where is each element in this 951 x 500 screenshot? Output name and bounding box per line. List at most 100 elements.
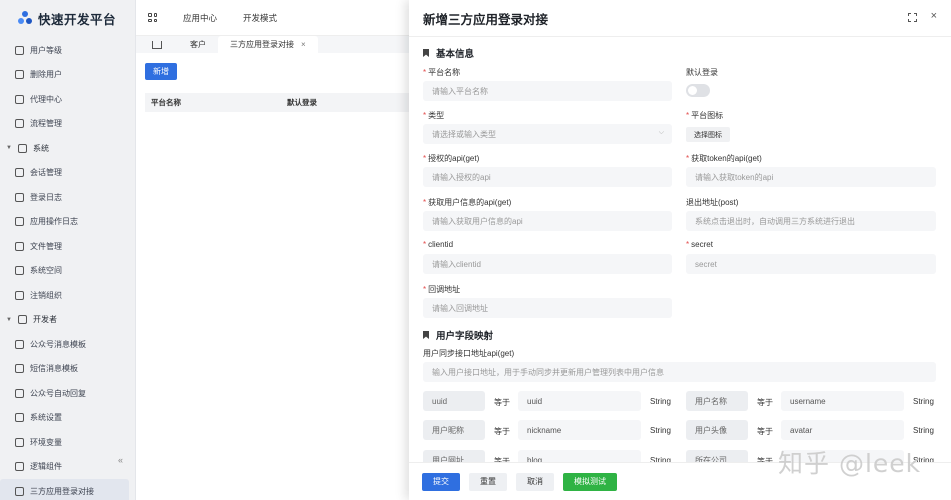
type-label: * 类型 xyxy=(423,111,445,120)
sidebar-item[interactable]: 环境变量 xyxy=(0,430,135,455)
column-header: 默认登录 xyxy=(287,98,317,107)
menu-icon xyxy=(15,364,24,374)
menu-icon xyxy=(15,437,24,447)
sync-api-input[interactable]: 输入用户接口地址，用于手动同步并更新用户管理列表中用户信息 xyxy=(423,362,936,382)
sidebar-item[interactable]: 代理中心 xyxy=(0,87,135,112)
tab-home[interactable] xyxy=(136,36,178,53)
tab-close-icon[interactable]: × xyxy=(301,40,306,49)
sidebar-item[interactable]: 逻辑组件 xyxy=(0,455,135,480)
mapping-value-input[interactable]: username xyxy=(781,391,904,411)
fullscreen-icon[interactable] xyxy=(906,12,918,23)
sidebar-menu: 用户等级 删除用户代理中心流程管理 ▼ 系统 会话管理登录日志应用操作日志文件管理系统空… xyxy=(0,38,135,500)
mapping-field: uuid xyxy=(423,391,485,411)
sidebar-item-label: 文件管理 xyxy=(30,241,62,251)
sidebar-group[interactable]: ▼ 开发者 xyxy=(0,308,135,333)
bookmark-icon xyxy=(423,331,429,339)
cancel-button[interactable]: 取消 xyxy=(516,472,554,491)
callback-label: * 回调地址 xyxy=(423,285,461,294)
menu-icon xyxy=(15,413,24,423)
menu-icon xyxy=(15,217,24,227)
sidebar-item-label: 三方应用登录对接 xyxy=(30,486,94,496)
sidebar-item-label: 逻辑组件 xyxy=(30,462,62,472)
simulate-test-button[interactable]: 模拟测试 xyxy=(563,472,617,491)
sidebar-item[interactable]: 系统空间 xyxy=(0,259,135,284)
caret-down-icon: ▼ xyxy=(6,145,12,152)
sidebar-item-label: 系统设置 xyxy=(30,413,62,423)
sidebar-item[interactable]: 登录日志 xyxy=(0,185,135,210)
mapping-field: 用户名称 xyxy=(686,391,748,411)
sidebar-item[interactable]: 流程管理 xyxy=(0,112,135,137)
mapping-value-input[interactable]: nickname xyxy=(518,420,641,440)
sidebar-item[interactable]: 短信消息模板 xyxy=(0,357,135,382)
section-basic-info: 基本信息 xyxy=(423,46,474,60)
choose-icon-button[interactable]: 选择图标 xyxy=(686,127,730,142)
reset-button[interactable]: 重置 xyxy=(469,472,507,491)
callback-input[interactable]: 请输入回调地址 xyxy=(423,298,672,318)
platform-name-input[interactable]: 请输入平台名称 xyxy=(423,81,672,101)
sidebar-item[interactable]: 用户等级 xyxy=(0,38,135,63)
submit-button[interactable]: 提交 xyxy=(422,472,460,491)
section-title: 用户字段映射 xyxy=(436,331,494,342)
mapping-value-input[interactable]: uuid xyxy=(518,391,641,411)
sidebar-item[interactable]: 公众号消息模板 xyxy=(0,332,135,357)
chevron-down-icon: ⌵ xyxy=(658,129,664,136)
type-select[interactable]: 请选择或输入类型 ⌵ xyxy=(423,124,672,144)
sidebar-group[interactable]: ▼ 系统 xyxy=(0,136,135,161)
menu-icon xyxy=(15,339,24,349)
menu-icon xyxy=(17,143,27,153)
collapse-sidebar-icon[interactable]: « xyxy=(118,455,123,465)
token-api-input[interactable]: 请输入获取token的api xyxy=(686,167,936,187)
logout-url-label: 退出地址(post) xyxy=(686,198,739,207)
sidebar-item[interactable]: 三方应用登录对接 xyxy=(0,479,129,500)
secret-label: * secret xyxy=(686,240,713,249)
equals-label: 等于 xyxy=(494,427,510,436)
mapping-value-input[interactable]: avatar xyxy=(781,420,904,440)
section-title: 基本信息 xyxy=(436,49,475,60)
sidebar-item[interactable]: 文件管理 xyxy=(0,234,135,259)
equals-label: 等于 xyxy=(757,427,773,436)
clientid-input[interactable]: 请输入clientid xyxy=(423,254,672,274)
home-icon xyxy=(152,40,162,49)
drawer-actions: × xyxy=(906,10,937,23)
tab-customer[interactable]: 客户 xyxy=(178,36,218,53)
column-header: 平台名称 xyxy=(151,98,181,107)
secret-input[interactable]: secret xyxy=(686,254,936,274)
mapping-type: String xyxy=(650,426,671,435)
app-grid-icon[interactable] xyxy=(148,13,157,22)
nav-dev-mode[interactable]: 开发模式 xyxy=(243,12,277,24)
mapping-value-input[interactable]: blog xyxy=(518,450,641,462)
caret-down-icon: ▼ xyxy=(6,316,12,323)
sidebar-item-label: 公众号自动回复 xyxy=(30,388,86,398)
sidebar-item[interactable]: 删除用户 xyxy=(0,63,135,88)
default-login-toggle[interactable] xyxy=(686,84,710,97)
sidebar-item[interactable]: 应用操作日志 xyxy=(0,210,135,235)
sidebar-item-label: 代理中心 xyxy=(30,94,62,104)
tab-label: 三方应用登录对接 xyxy=(230,40,294,49)
mapping-type: String xyxy=(650,397,671,406)
menu-icon xyxy=(15,462,24,472)
menu-icon xyxy=(17,315,27,325)
sidebar-item[interactable]: 公众号自动回复 xyxy=(0,381,135,406)
sidebar-item[interactable]: 会话管理 xyxy=(0,161,135,186)
nav-app-center[interactable]: 应用中心 xyxy=(183,12,217,24)
userinfo-api-input[interactable]: 请输入获取用户信息的api xyxy=(423,211,672,231)
close-icon[interactable]: × xyxy=(931,10,937,22)
menu-icon xyxy=(15,168,24,178)
menu-icon xyxy=(15,241,24,251)
type-placeholder: 请选择或输入类型 xyxy=(432,129,496,139)
sidebar-item[interactable]: 注销组织 xyxy=(0,283,135,308)
auth-api-input[interactable]: 请输入授权的api xyxy=(423,167,672,187)
sidebar-item-label: 流程管理 xyxy=(30,119,62,129)
watermark: 知乎 @leek xyxy=(778,449,922,478)
logout-url-input[interactable]: 系统点击退出时，自动调用三方系统进行退出 xyxy=(686,211,936,231)
sidebar-item[interactable]: 系统设置 xyxy=(0,406,135,431)
menu-icon xyxy=(15,266,24,276)
tab-third-party-login[interactable]: 三方应用登录对接 × xyxy=(218,36,318,53)
sidebar-item-label: 登录日志 xyxy=(30,192,62,202)
menu-icon xyxy=(15,192,24,202)
drawer-body: 基本信息 * 平台名称 请输入平台名称 默认登录 * 类型 请选择或输入类型 ⌵ *… xyxy=(409,37,951,462)
token-api-label: * 获取token的api(get) xyxy=(686,154,762,163)
mapping-type: String xyxy=(913,426,934,435)
new-button[interactable]: 新增 xyxy=(145,63,177,80)
menu-icon xyxy=(15,290,24,300)
